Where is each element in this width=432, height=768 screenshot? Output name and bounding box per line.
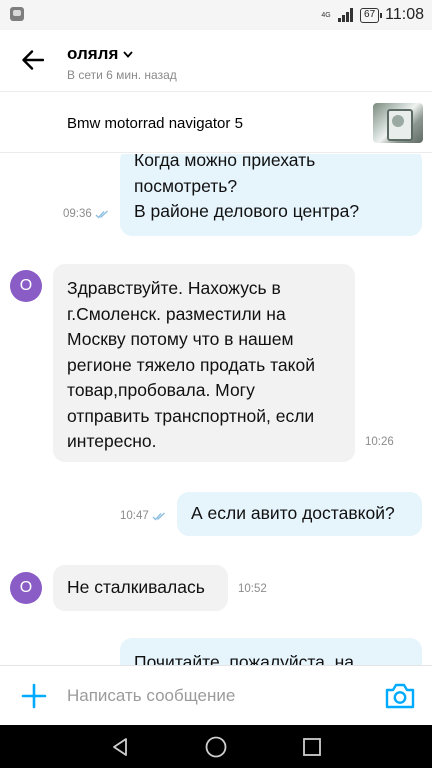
item-title: Bmw motorrad navigator 5 bbox=[67, 115, 243, 132]
incoming-message[interactable]: Не сталкивалась bbox=[53, 565, 228, 611]
camera-button[interactable] bbox=[384, 682, 416, 710]
circle-home-icon bbox=[205, 736, 227, 758]
attach-button[interactable] bbox=[20, 682, 48, 710]
message-line: интересно. bbox=[67, 431, 157, 451]
square-recents-icon bbox=[303, 738, 321, 756]
arrow-left-icon bbox=[22, 50, 44, 70]
message-time: 10:26 bbox=[365, 436, 394, 448]
contact-name-dropdown[interactable]: оляля bbox=[67, 44, 134, 64]
avatar[interactable]: О bbox=[10, 270, 42, 302]
back-button[interactable] bbox=[16, 44, 50, 76]
battery-indicator: 67 bbox=[360, 7, 383, 23]
notification-icon bbox=[10, 7, 24, 21]
message-line: г.Смоленск. разместили на bbox=[67, 303, 286, 324]
outgoing-message[interactable]: Почитайте, пожалуйста, на bbox=[120, 638, 422, 665]
message-line: Не сталкивалась bbox=[67, 577, 205, 597]
message-line: Здравствуйте. Нахожусь в bbox=[67, 278, 281, 298]
camera-icon bbox=[385, 683, 415, 709]
message-composer bbox=[0, 665, 432, 725]
double-check-icon bbox=[95, 209, 108, 219]
online-status: В сети 6 мин. назад bbox=[67, 68, 177, 82]
status-bar: 4G 67 11:08 bbox=[0, 0, 432, 30]
message-list[interactable]: Когда можно приехать посмотреть? В район… bbox=[0, 154, 432, 665]
nav-recents-button[interactable] bbox=[300, 735, 324, 759]
avatar[interactable]: О bbox=[10, 572, 42, 604]
outgoing-message[interactable]: А если авито доставкой? bbox=[177, 492, 422, 536]
message-line: Москву потому что в нашем bbox=[67, 329, 294, 349]
incoming-message[interactable]: Здравствуйте. Нахожусь в г.Смоленск. раз… bbox=[53, 264, 355, 462]
message-line: отправить транспортной, если bbox=[67, 405, 315, 426]
message-line: В районе делового центра? bbox=[134, 201, 360, 221]
message-input[interactable] bbox=[67, 680, 367, 712]
double-check-icon bbox=[152, 511, 165, 521]
message-time: 10:52 bbox=[238, 583, 267, 595]
nav-back-button[interactable] bbox=[108, 735, 132, 759]
item-link[interactable]: Bmw motorrad navigator 5 bbox=[0, 91, 432, 153]
message-line: товар,пробовала. Могу bbox=[67, 380, 255, 400]
system-nav-bar bbox=[0, 725, 432, 768]
signal-icon bbox=[338, 8, 354, 22]
chat-header: оляля В сети 6 мин. назад bbox=[0, 30, 432, 90]
message-time: 10:47 bbox=[120, 510, 167, 522]
nav-home-button[interactable] bbox=[204, 735, 228, 759]
item-thumbnail bbox=[373, 103, 423, 143]
message-time: 09:36 bbox=[63, 208, 110, 220]
message-line: Почитайте, пожалуйста, на bbox=[134, 652, 355, 665]
message-line: А если авито доставкой? bbox=[191, 503, 395, 523]
outgoing-message[interactable]: Когда можно приехать посмотреть? В район… bbox=[120, 154, 422, 236]
contact-name: оляля bbox=[67, 44, 119, 63]
message-line: Когда можно приехать bbox=[134, 154, 316, 170]
message-line: регионе тяжело продать такой bbox=[67, 354, 315, 375]
network-type: 4G bbox=[321, 11, 331, 19]
status-time: 11:08 bbox=[385, 6, 424, 23]
triangle-back-icon bbox=[113, 738, 127, 756]
message-line: посмотреть? bbox=[134, 175, 238, 196]
plus-icon bbox=[21, 683, 47, 709]
chevron-down-icon bbox=[123, 50, 134, 58]
